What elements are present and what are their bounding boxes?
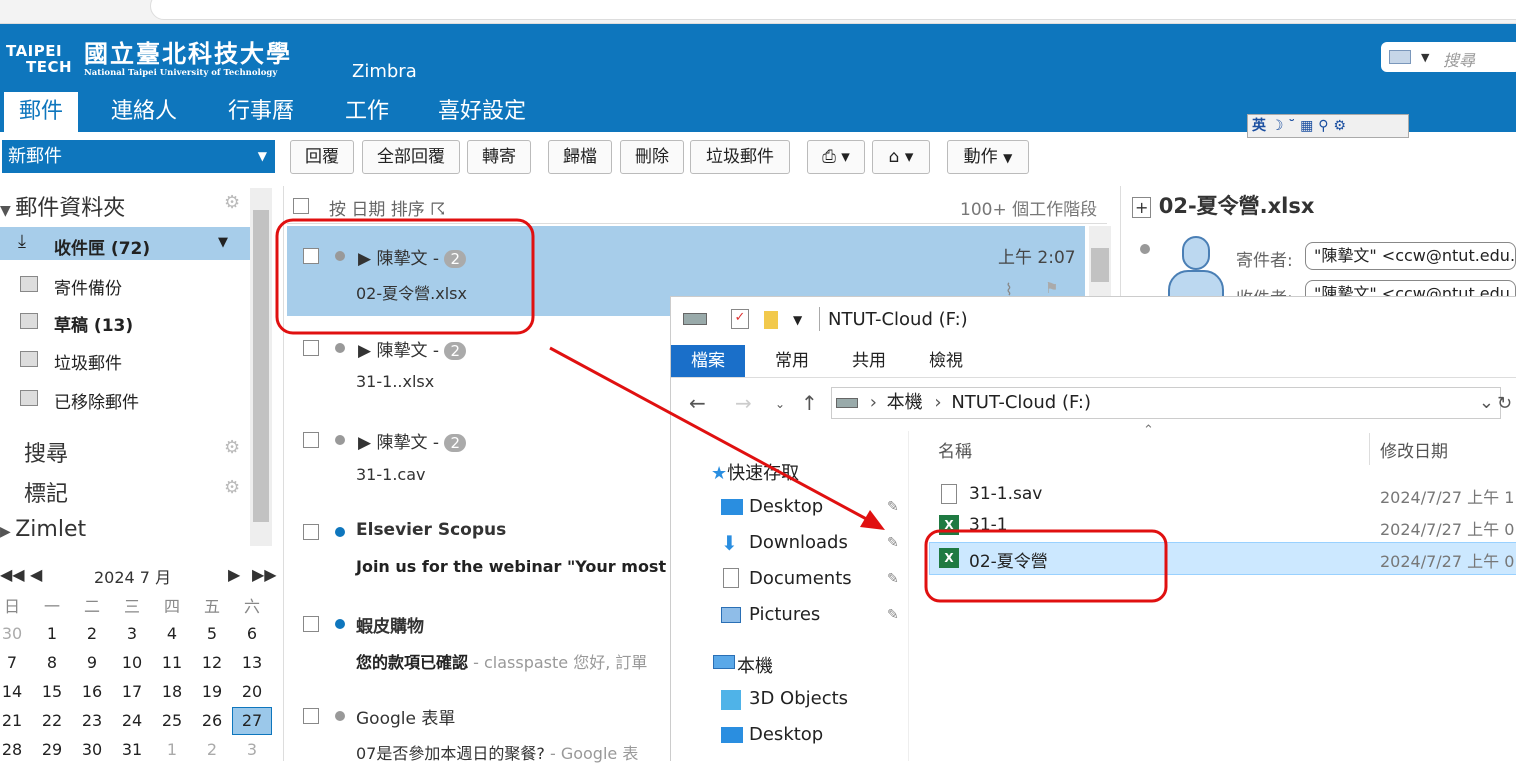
annotation-circle-file — [924, 529, 1168, 603]
annotation-arrow-head — [860, 510, 885, 530]
annotation-overlay — [275, 218, 1168, 603]
annotation-arrow-line — [549, 346, 873, 524]
annotation-circle-email — [275, 218, 535, 335]
